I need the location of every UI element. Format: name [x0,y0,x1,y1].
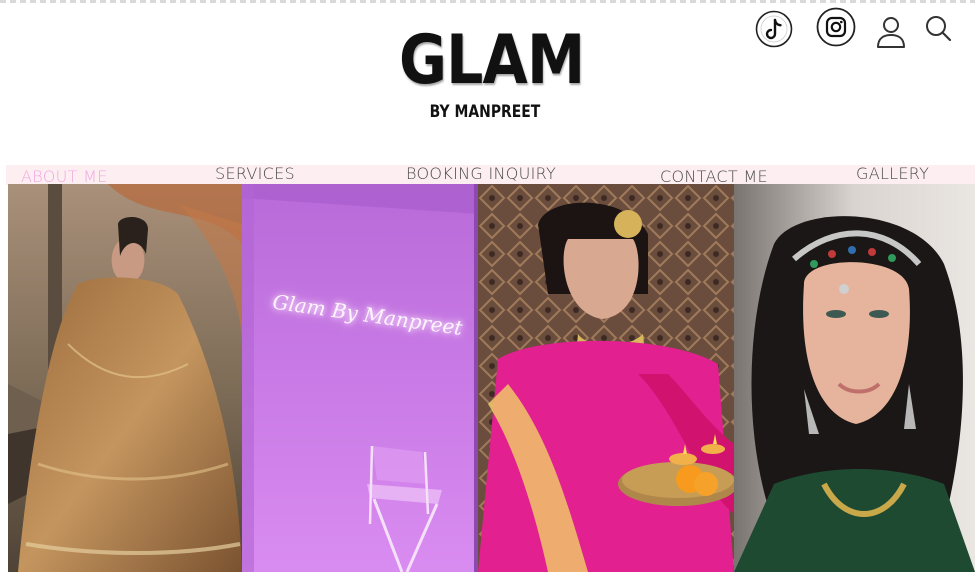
nav-gallery[interactable]: GALLERY [856,164,929,183]
gallery-photo-neon-studio[interactable]: Glam By Manpreet [242,184,478,572]
gallery-photo-brown-lehenga[interactable] [8,184,242,572]
top-dashed-line [0,0,975,3]
photo-gallery: Glam By Manpreet [0,184,975,572]
brand-subtitle: BY MANPREET [429,102,541,122]
account-icon[interactable] [874,14,908,55]
tiktok-icon[interactable] [754,10,794,55]
search-icon[interactable] [923,13,955,50]
nav-services[interactable]: SERVICES [215,164,295,183]
gallery-photo-pink-outfit[interactable] [478,184,734,572]
brand-title: GLAM [399,21,585,100]
instagram-icon[interactable] [815,7,857,54]
brand-logo[interactable]: GLAM BY MANPREET [385,21,585,123]
gallery-photo-jewelled-headpiece[interactable] [734,184,975,572]
main-navigation: ABOUT ME SERVICES BOOKING INQUIRY CONTAC… [0,164,975,186]
nav-booking-inquiry[interactable]: BOOKING INQUIRY [406,164,556,183]
